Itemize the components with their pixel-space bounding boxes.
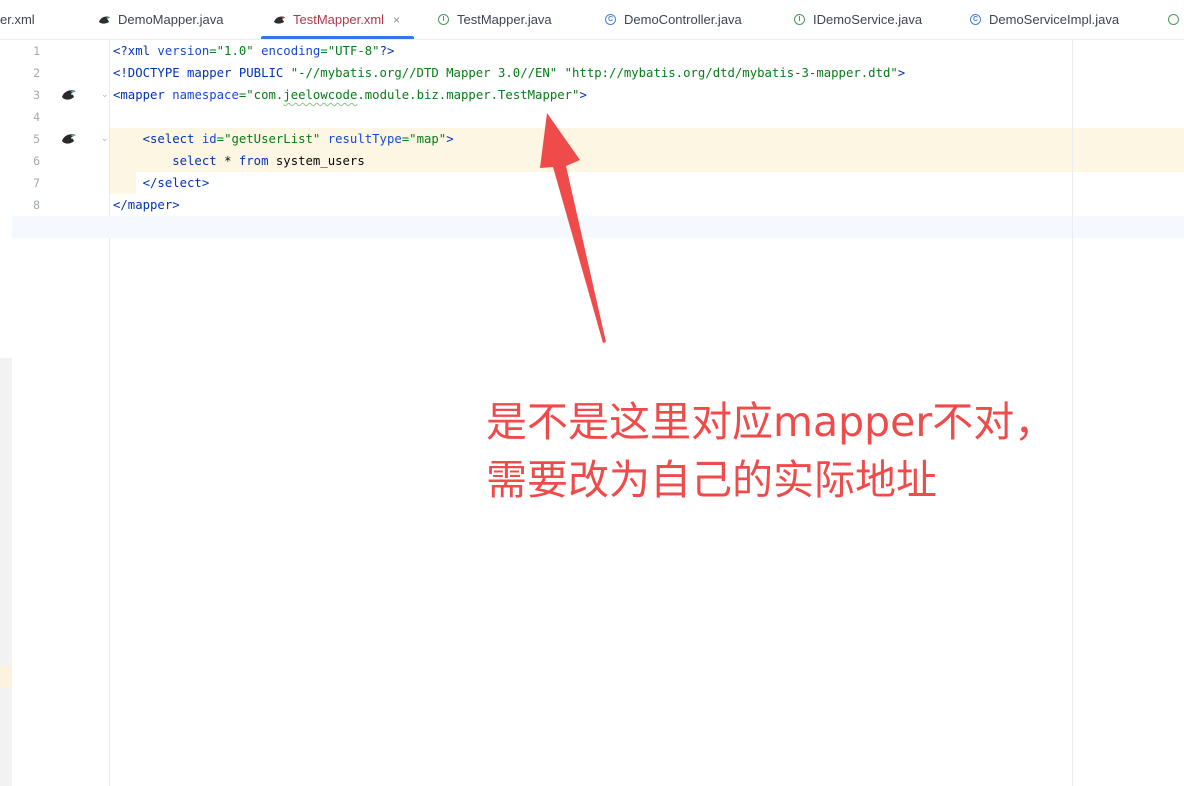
tab-testmapper-xml[interactable]: TestMapper.xml × bbox=[260, 0, 415, 39]
tab-overflow-partial[interactable] bbox=[1167, 0, 1184, 39]
interface-icon: I bbox=[793, 13, 806, 26]
line-number: 2 bbox=[33, 66, 40, 80]
mybatis-bird-icon bbox=[98, 13, 111, 26]
code-line-8[interactable]: </mapper> bbox=[113, 194, 180, 216]
line-number: 5 bbox=[33, 132, 40, 146]
line-number: 3 bbox=[33, 88, 40, 102]
tab-label: DemoServiceImpl.java bbox=[989, 12, 1120, 27]
code-line-5[interactable]: <select id="getUserList" resultType="map… bbox=[113, 128, 454, 150]
line-number: 7 bbox=[33, 176, 40, 190]
mybatis-bird-icon bbox=[273, 13, 286, 26]
mybatis-navigate-icon[interactable] bbox=[60, 86, 78, 104]
project-panel-edge bbox=[0, 40, 12, 786]
tab-label: IDemoService.java bbox=[813, 12, 923, 27]
line-number: 8 bbox=[33, 198, 40, 212]
annotation-line-2: 需要改为自己的实际地址 bbox=[486, 456, 937, 504]
tab-er-xml[interactable]: er.xml bbox=[0, 0, 35, 39]
class-icon: C bbox=[969, 13, 982, 26]
tab-demoserviceimpl-java[interactable]: C DemoServiceImpl.java bbox=[969, 0, 1119, 39]
tab-democontroller-java[interactable]: C DemoController.java bbox=[604, 0, 742, 39]
code-line-6[interactable]: select * from system_users bbox=[113, 150, 365, 172]
tab-label: er.xml bbox=[0, 12, 35, 27]
current-line-highlight bbox=[12, 216, 1184, 238]
typo-squiggle: jeelowcode bbox=[283, 88, 358, 102]
tab-testmapper-java[interactable]: I TestMapper.java bbox=[437, 0, 552, 39]
line-number: 1 bbox=[33, 44, 40, 58]
ide-window: er.xml DemoMapper.java TestMapper.xml × … bbox=[0, 0, 1184, 786]
tab-label: TestMapper.java bbox=[457, 12, 552, 27]
mybatis-navigate-icon[interactable] bbox=[60, 130, 78, 148]
interface-icon: I bbox=[437, 13, 450, 26]
annotation-line-1: 是不是这里对应mapper不对， bbox=[486, 398, 1056, 446]
annotation-note: 是不是这里对应mapper不对， 需要改为自己的实际地址 bbox=[486, 393, 1166, 509]
interface-icon bbox=[1167, 13, 1180, 26]
scroll-marker bbox=[0, 666, 12, 688]
fold-icon[interactable]: ⌄ bbox=[101, 128, 109, 150]
tab-demomapper-java[interactable]: DemoMapper.java bbox=[98, 0, 224, 39]
side-scrollbar[interactable] bbox=[0, 358, 12, 786]
tab-label: DemoMapper.java bbox=[118, 12, 224, 27]
tab-idemoservice-java[interactable]: I IDemoService.java bbox=[793, 0, 922, 39]
class-icon: C bbox=[604, 13, 617, 26]
code-line-1[interactable]: <?xml version="1.0" encoding="UTF-8"?> bbox=[113, 40, 394, 62]
tab-label: DemoController.java bbox=[624, 12, 742, 27]
line-number: 6 bbox=[33, 154, 40, 168]
close-icon[interactable]: × bbox=[393, 13, 400, 27]
line-number: 4 bbox=[33, 110, 40, 124]
fold-icon[interactable]: ⌄ bbox=[101, 84, 109, 106]
code-line-7[interactable]: </select> bbox=[113, 172, 210, 194]
editor-tab-bar: er.xml DemoMapper.java TestMapper.xml × … bbox=[0, 0, 1184, 40]
tab-label: TestMapper.xml bbox=[293, 12, 385, 27]
code-line-2[interactable]: <!DOCTYPE mapper PUBLIC "-//mybatis.org/… bbox=[113, 62, 905, 84]
editor-gutter: 1 2 3 ⌄ 4 5 ⌄ 6 7 8 bbox=[12, 40, 110, 786]
code-line-3[interactable]: <mapper namespace="com.jeelowcode.module… bbox=[113, 84, 587, 106]
